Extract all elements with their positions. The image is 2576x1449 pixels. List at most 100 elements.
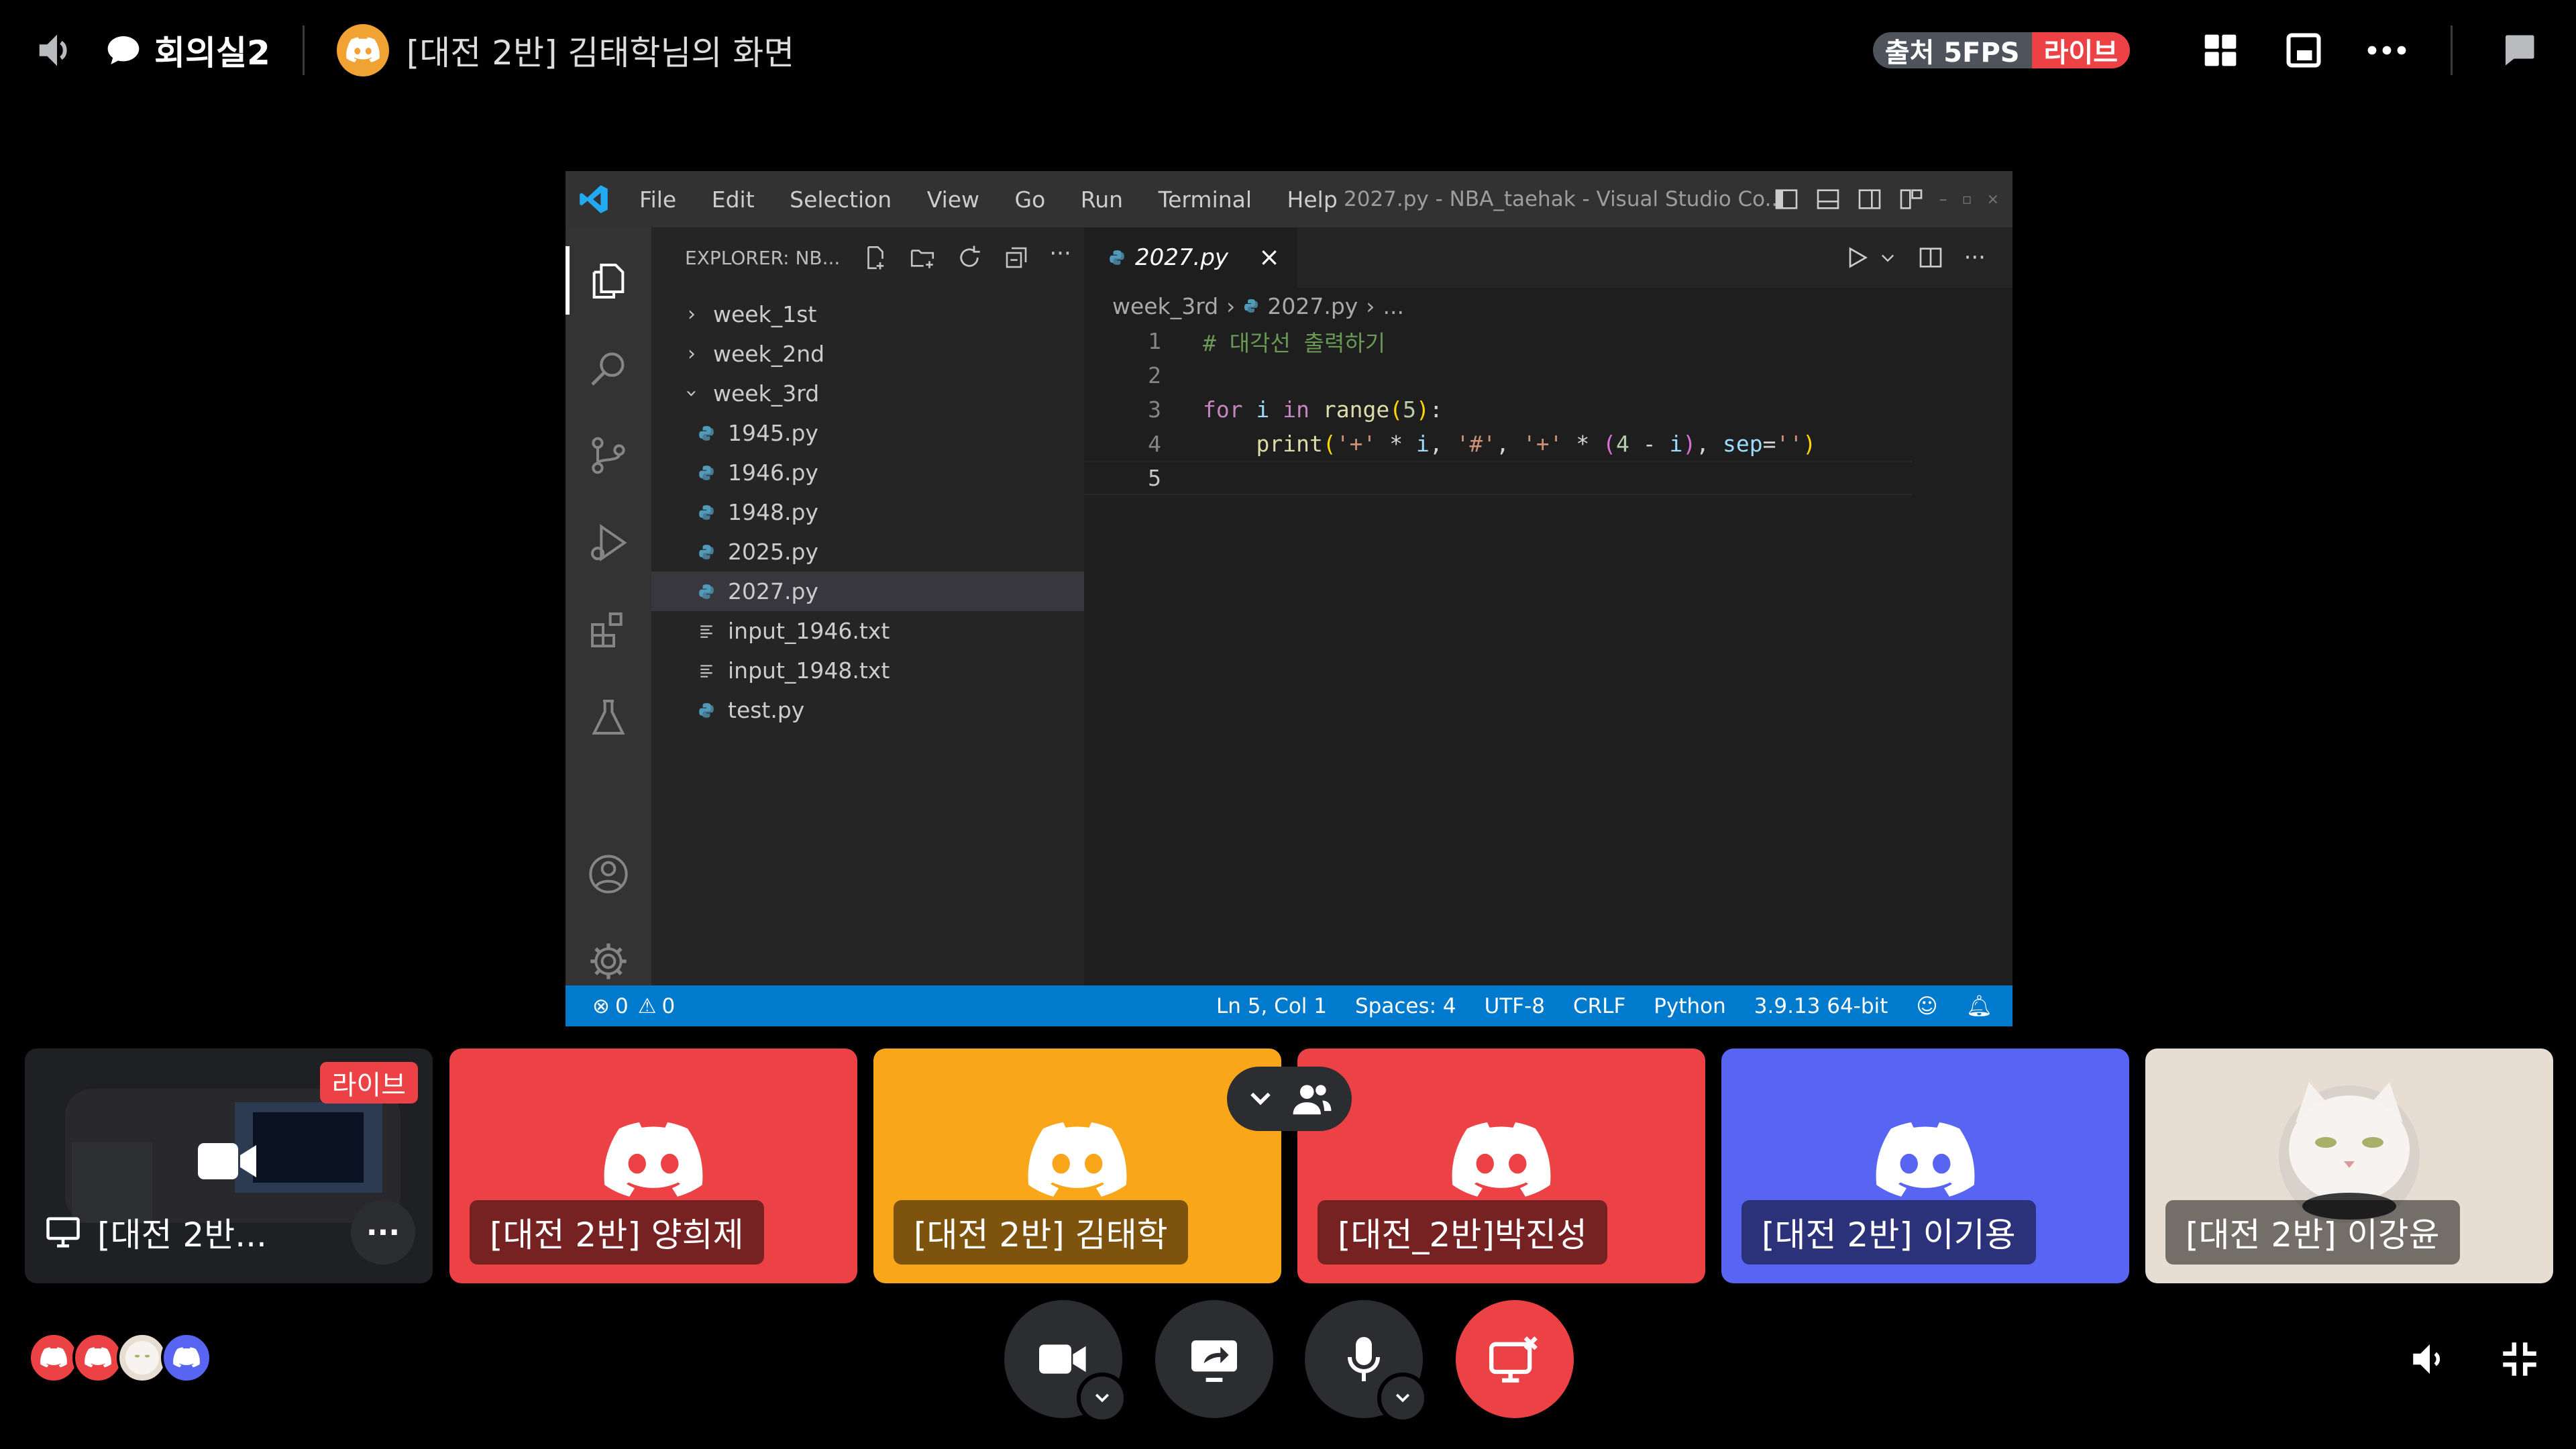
tree-label: 1946.py [728, 460, 818, 486]
toggle-panel-icon[interactable] [1815, 186, 1841, 213]
menu-edit[interactable]: Edit [712, 186, 755, 213]
code-line: 1 # 대각선 출력하기 [1084, 324, 2012, 358]
breadcrumb-separator-icon: › [1366, 292, 1375, 319]
run-file-icon[interactable] [1843, 244, 1870, 271]
chevron-down-icon: › [680, 389, 704, 398]
participant-tile-4[interactable]: [대전 2반] 이기용 [1721, 1049, 2129, 1283]
chevron-down-icon [1095, 1393, 1110, 1403]
collapse-all-icon[interactable] [1002, 244, 1030, 272]
warning-count[interactable]: 0 [662, 994, 676, 1018]
grid-view-icon[interactable] [2190, 20, 2251, 80]
new-folder-icon[interactable] [908, 244, 936, 272]
editor-more-icon[interactable]: ··· [1964, 246, 1986, 269]
code-editor[interactable]: 1 # 대각선 출력하기 2 3 for i in range(5): 4 prin… [1084, 324, 2012, 495]
tree-file-1948[interactable]: 1948.py [651, 492, 1084, 532]
toggle-sidebar-icon[interactable] [1773, 186, 1800, 213]
participant-tile-1[interactable]: [대전 2반] 양희제 [449, 1049, 857, 1283]
minimize-icon[interactable]: – [1939, 190, 1947, 209]
menu-run[interactable]: Run [1081, 186, 1123, 213]
tree-folder-week2[interactable]: › week_2nd [651, 334, 1084, 374]
header-divider-right [2451, 25, 2453, 75]
microphone-options-button[interactable] [1377, 1373, 1428, 1424]
toggle-secondary-sidebar-icon[interactable] [1856, 186, 1883, 213]
tab-close-icon[interactable]: × [1258, 242, 1280, 272]
tree-folder-week3[interactable]: › week_3rd [651, 374, 1084, 413]
tree-folder-week1[interactable]: › week_1st [651, 294, 1084, 334]
language-mode[interactable]: Python [1654, 994, 1725, 1018]
editor-tab-2027[interactable]: 2027.py × [1084, 227, 1297, 288]
camera-options-button[interactable] [1077, 1373, 1128, 1424]
extensions-icon[interactable] [580, 602, 637, 658]
menu-help[interactable]: Help [1287, 186, 1338, 213]
accounts-icon[interactable] [580, 846, 637, 902]
exit-fullscreen-icon[interactable] [2489, 1328, 2551, 1390]
tree-file-input1946[interactable]: input_1946.txt [651, 611, 1084, 651]
feedback-icon[interactable]: ☺ [1916, 994, 1937, 1018]
leave-call-icon [1489, 1336, 1538, 1383]
menu-file[interactable]: File [639, 186, 676, 213]
chat-icon[interactable] [2489, 20, 2549, 80]
run-debug-icon[interactable] [580, 515, 637, 571]
popout-icon[interactable] [2273, 20, 2334, 80]
customize-layout-icon[interactable] [1898, 186, 1925, 213]
tab-label: 2027.py [1135, 244, 1229, 271]
new-file-icon[interactable] [861, 244, 890, 272]
self-tile-more-button[interactable]: ··· [351, 1200, 415, 1265]
source-control-icon[interactable] [580, 427, 637, 484]
code-text: # 대각선 출력하기 [1203, 329, 1386, 356]
breadcrumb-symbol[interactable]: ... [1383, 293, 1404, 319]
self-name-text: [대전 2반... [97, 1216, 267, 1254]
microphone-button[interactable] [1305, 1300, 1428, 1424]
notifications-bell-icon[interactable]: 🔔︎ [1966, 994, 1992, 1018]
error-circle-icon[interactable]: ⊗ [592, 994, 610, 1018]
room-name: 회의실2 [154, 34, 270, 72]
tree-label: 2027.py [728, 578, 818, 604]
python-file-icon [693, 702, 720, 719]
indentation[interactable]: Spaces: 4 [1355, 994, 1456, 1018]
participant-tile-2[interactable]: [대전 2반] 김태학 [873, 1049, 1281, 1283]
file-encoding[interactable]: UTF-8 [1485, 994, 1545, 1018]
breadcrumb-file[interactable]: 2027.py [1267, 293, 1358, 319]
window-close-icon[interactable]: × [1987, 191, 1999, 208]
menu-go[interactable]: Go [1015, 186, 1046, 213]
settings-gear-icon[interactable] [580, 933, 637, 989]
toggle-participants-button[interactable] [1227, 1067, 1352, 1131]
explorer-files-icon[interactable] [580, 253, 637, 309]
menu-terminal[interactable]: Terminal [1159, 186, 1252, 213]
chevron-down-icon[interactable] [1878, 248, 1897, 267]
tree-label: 2025.py [728, 539, 818, 565]
self-video-tile[interactable]: 라이브 [대전 2반... ··· [25, 1049, 433, 1283]
python-interpreter[interactable]: 3.9.13 64-bit [1754, 994, 1888, 1018]
breadcrumb-folder[interactable]: week_3rd [1112, 293, 1218, 319]
camera-button[interactable] [1004, 1300, 1128, 1424]
tree-file-1946[interactable]: 1946.py [651, 453, 1084, 492]
split-editor-icon[interactable] [1917, 244, 1944, 271]
cursor-position[interactable]: Ln 5, Col 1 [1216, 994, 1327, 1018]
screen-share-arrow-icon [1191, 1340, 1237, 1382]
participant-tile-3[interactable]: [대전_2반]박진성 [1297, 1049, 1705, 1283]
error-count[interactable]: 0 [615, 994, 629, 1018]
testing-flask-icon[interactable] [580, 689, 637, 745]
participant-tile-5[interactable]: [대전 2반] 이강윤 [2145, 1049, 2553, 1283]
more-options-icon[interactable] [2357, 20, 2417, 80]
menu-view[interactable]: View [927, 186, 979, 213]
share-screen-button[interactable] [1155, 1300, 1273, 1418]
tree-file-test[interactable]: test.py [651, 690, 1084, 730]
maximize-icon[interactable]: ▫ [1962, 191, 1972, 208]
tree-file-2027[interactable]: 2027.py [651, 572, 1084, 611]
volume-icon[interactable] [2399, 1328, 2461, 1390]
activity-bar [566, 227, 651, 985]
chat-bubble-icon[interactable] [105, 32, 142, 69]
tree-file-input1948[interactable]: input_1948.txt [651, 651, 1084, 690]
line-endings[interactable]: CRLF [1573, 994, 1625, 1018]
menu-selection[interactable]: Selection [790, 186, 892, 213]
refresh-icon[interactable] [955, 244, 983, 272]
explorer-more-icon[interactable]: ··· [1049, 242, 1071, 272]
search-icon[interactable] [580, 340, 637, 396]
warning-icon[interactable]: ⚠ [638, 994, 657, 1018]
voice-participants-avatars[interactable] [28, 1332, 212, 1383]
tree-file-2025[interactable]: 2025.py [651, 532, 1084, 572]
disconnect-button[interactable] [1456, 1300, 1574, 1418]
tree-file-1945[interactable]: 1945.py [651, 413, 1084, 453]
discord-logo-icon [603, 1122, 704, 1203]
